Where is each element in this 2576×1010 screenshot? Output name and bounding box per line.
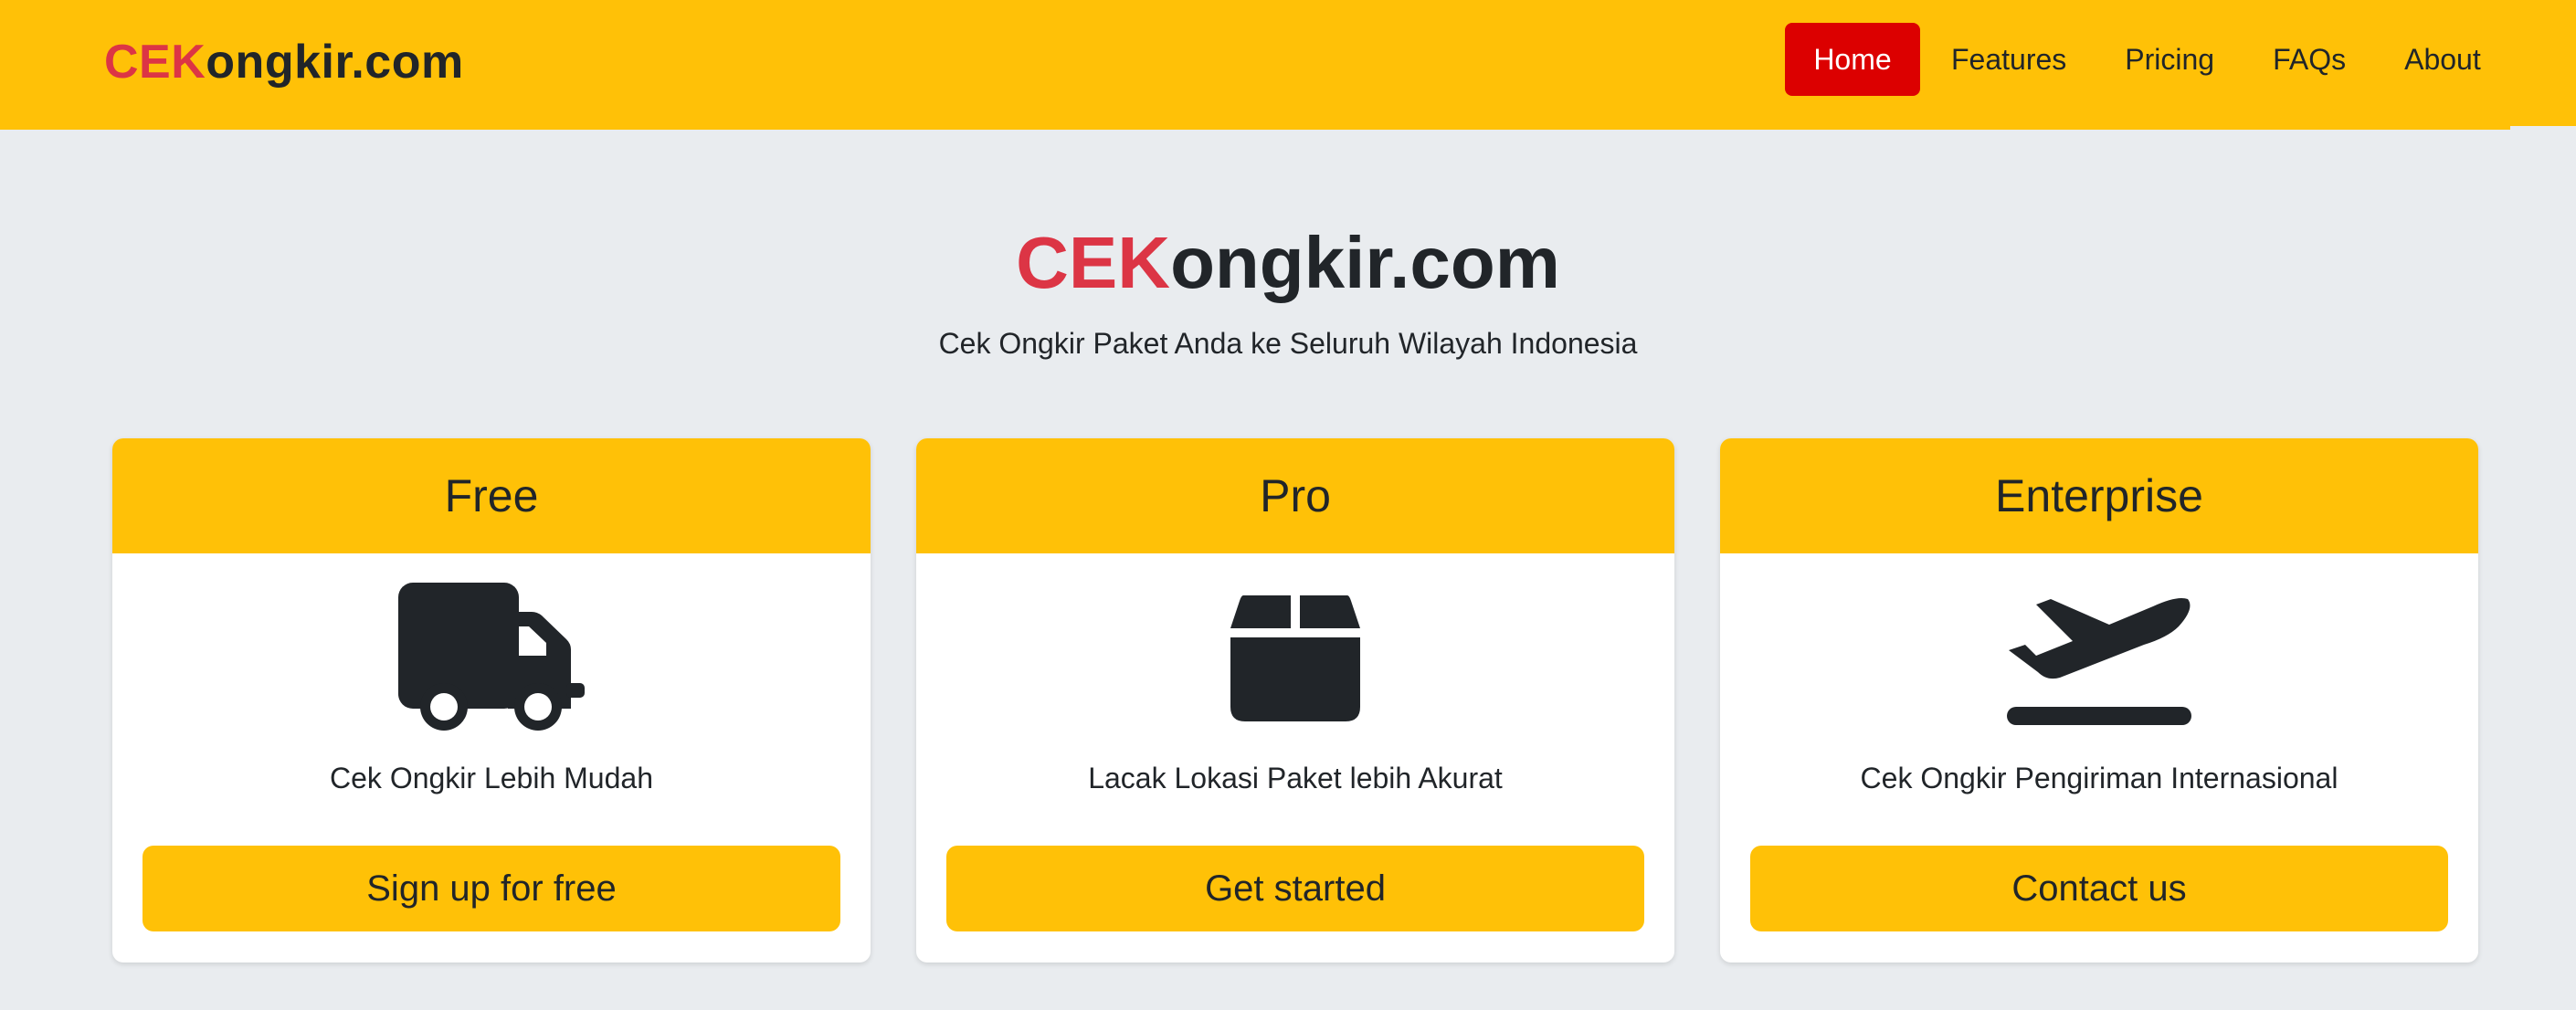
brand-logo[interactable]: CEKongkir.com [104,33,464,91]
sign-up-free-button[interactable]: Sign up for free [143,846,840,931]
nav-item-faqs[interactable]: FAQs [2273,23,2346,96]
pricing-card-pro: Pro Lacak Lokasi Paket lebih Akurat Get … [916,438,1674,963]
card-title: Enterprise [1720,438,2478,553]
nav-item-home[interactable]: Home [1785,23,1920,96]
card-description: Lacak Lokasi Paket lebih Akurat [1088,762,1503,794]
truck-icon [398,583,585,731]
navbar: CEKongkir.com Home Features Pricing FAQs… [0,0,2576,130]
airplane-departure-icon [2007,598,2191,725]
get-started-button[interactable]: Get started [946,846,1644,931]
card-title: Free [112,438,871,553]
hero-title-rest: ongkir.com [1170,222,1560,303]
card-description: Cek Ongkir Pengiriman Internasional [1860,762,2338,794]
brand-rest: ongkir.com [206,36,464,89]
pricing-card-enterprise: Enterprise Cek Ongkir Pengiriman Interna… [1720,438,2478,963]
nav-menu: Home Features Pricing FAQs About [1785,23,2481,96]
card-title: Pro [916,438,1674,553]
pricing-card-free: Free Cek Ongkir Lebih Mudah Sign up for … [112,438,871,963]
nav-item-features[interactable]: Features [1951,23,2066,96]
nav-item-about[interactable]: About [2404,23,2481,96]
card-description: Cek Ongkir Lebih Mudah [330,762,653,794]
brand-accent: CEK [104,36,206,89]
contact-us-button[interactable]: Contact us [1750,846,2448,931]
hero-subtitle: Cek Ongkir Paket Anda ke Seluruh Wilayah… [938,327,1638,360]
hero-title-accent: CEK [1016,222,1171,303]
nav-item-pricing[interactable]: Pricing [2125,23,2214,96]
box-icon [1230,595,1360,721]
hero-title: CEKongkir.com [0,221,2576,305]
